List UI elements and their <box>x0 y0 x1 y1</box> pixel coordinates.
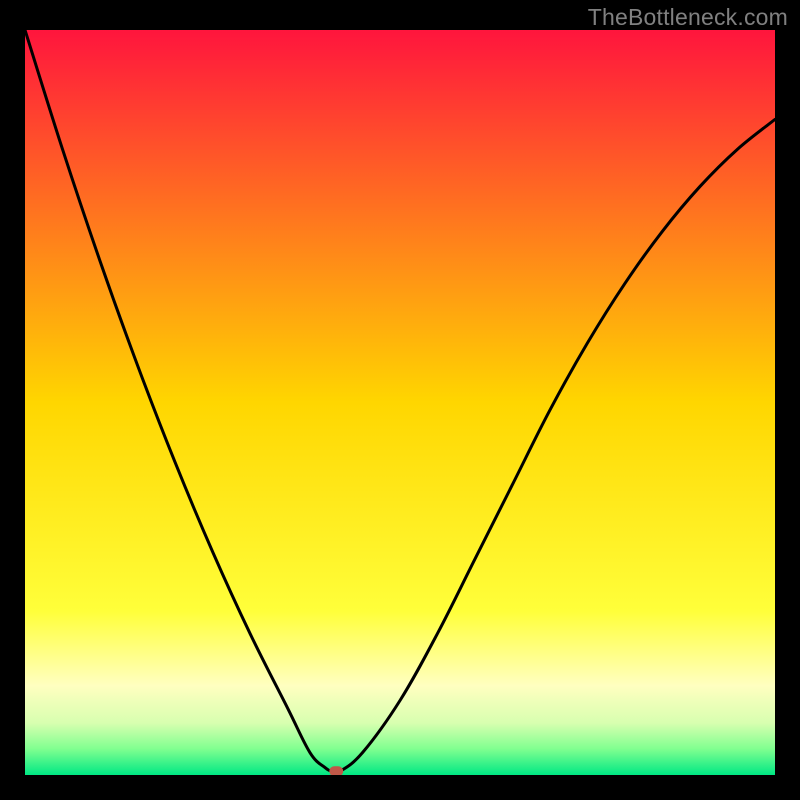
watermark-text: TheBottleneck.com <box>588 4 788 31</box>
chart-background <box>25 30 775 775</box>
chart-svg <box>25 30 775 775</box>
min-marker <box>329 766 343 775</box>
chart-frame: TheBottleneck.com <box>0 0 800 800</box>
plot-area <box>25 30 775 775</box>
